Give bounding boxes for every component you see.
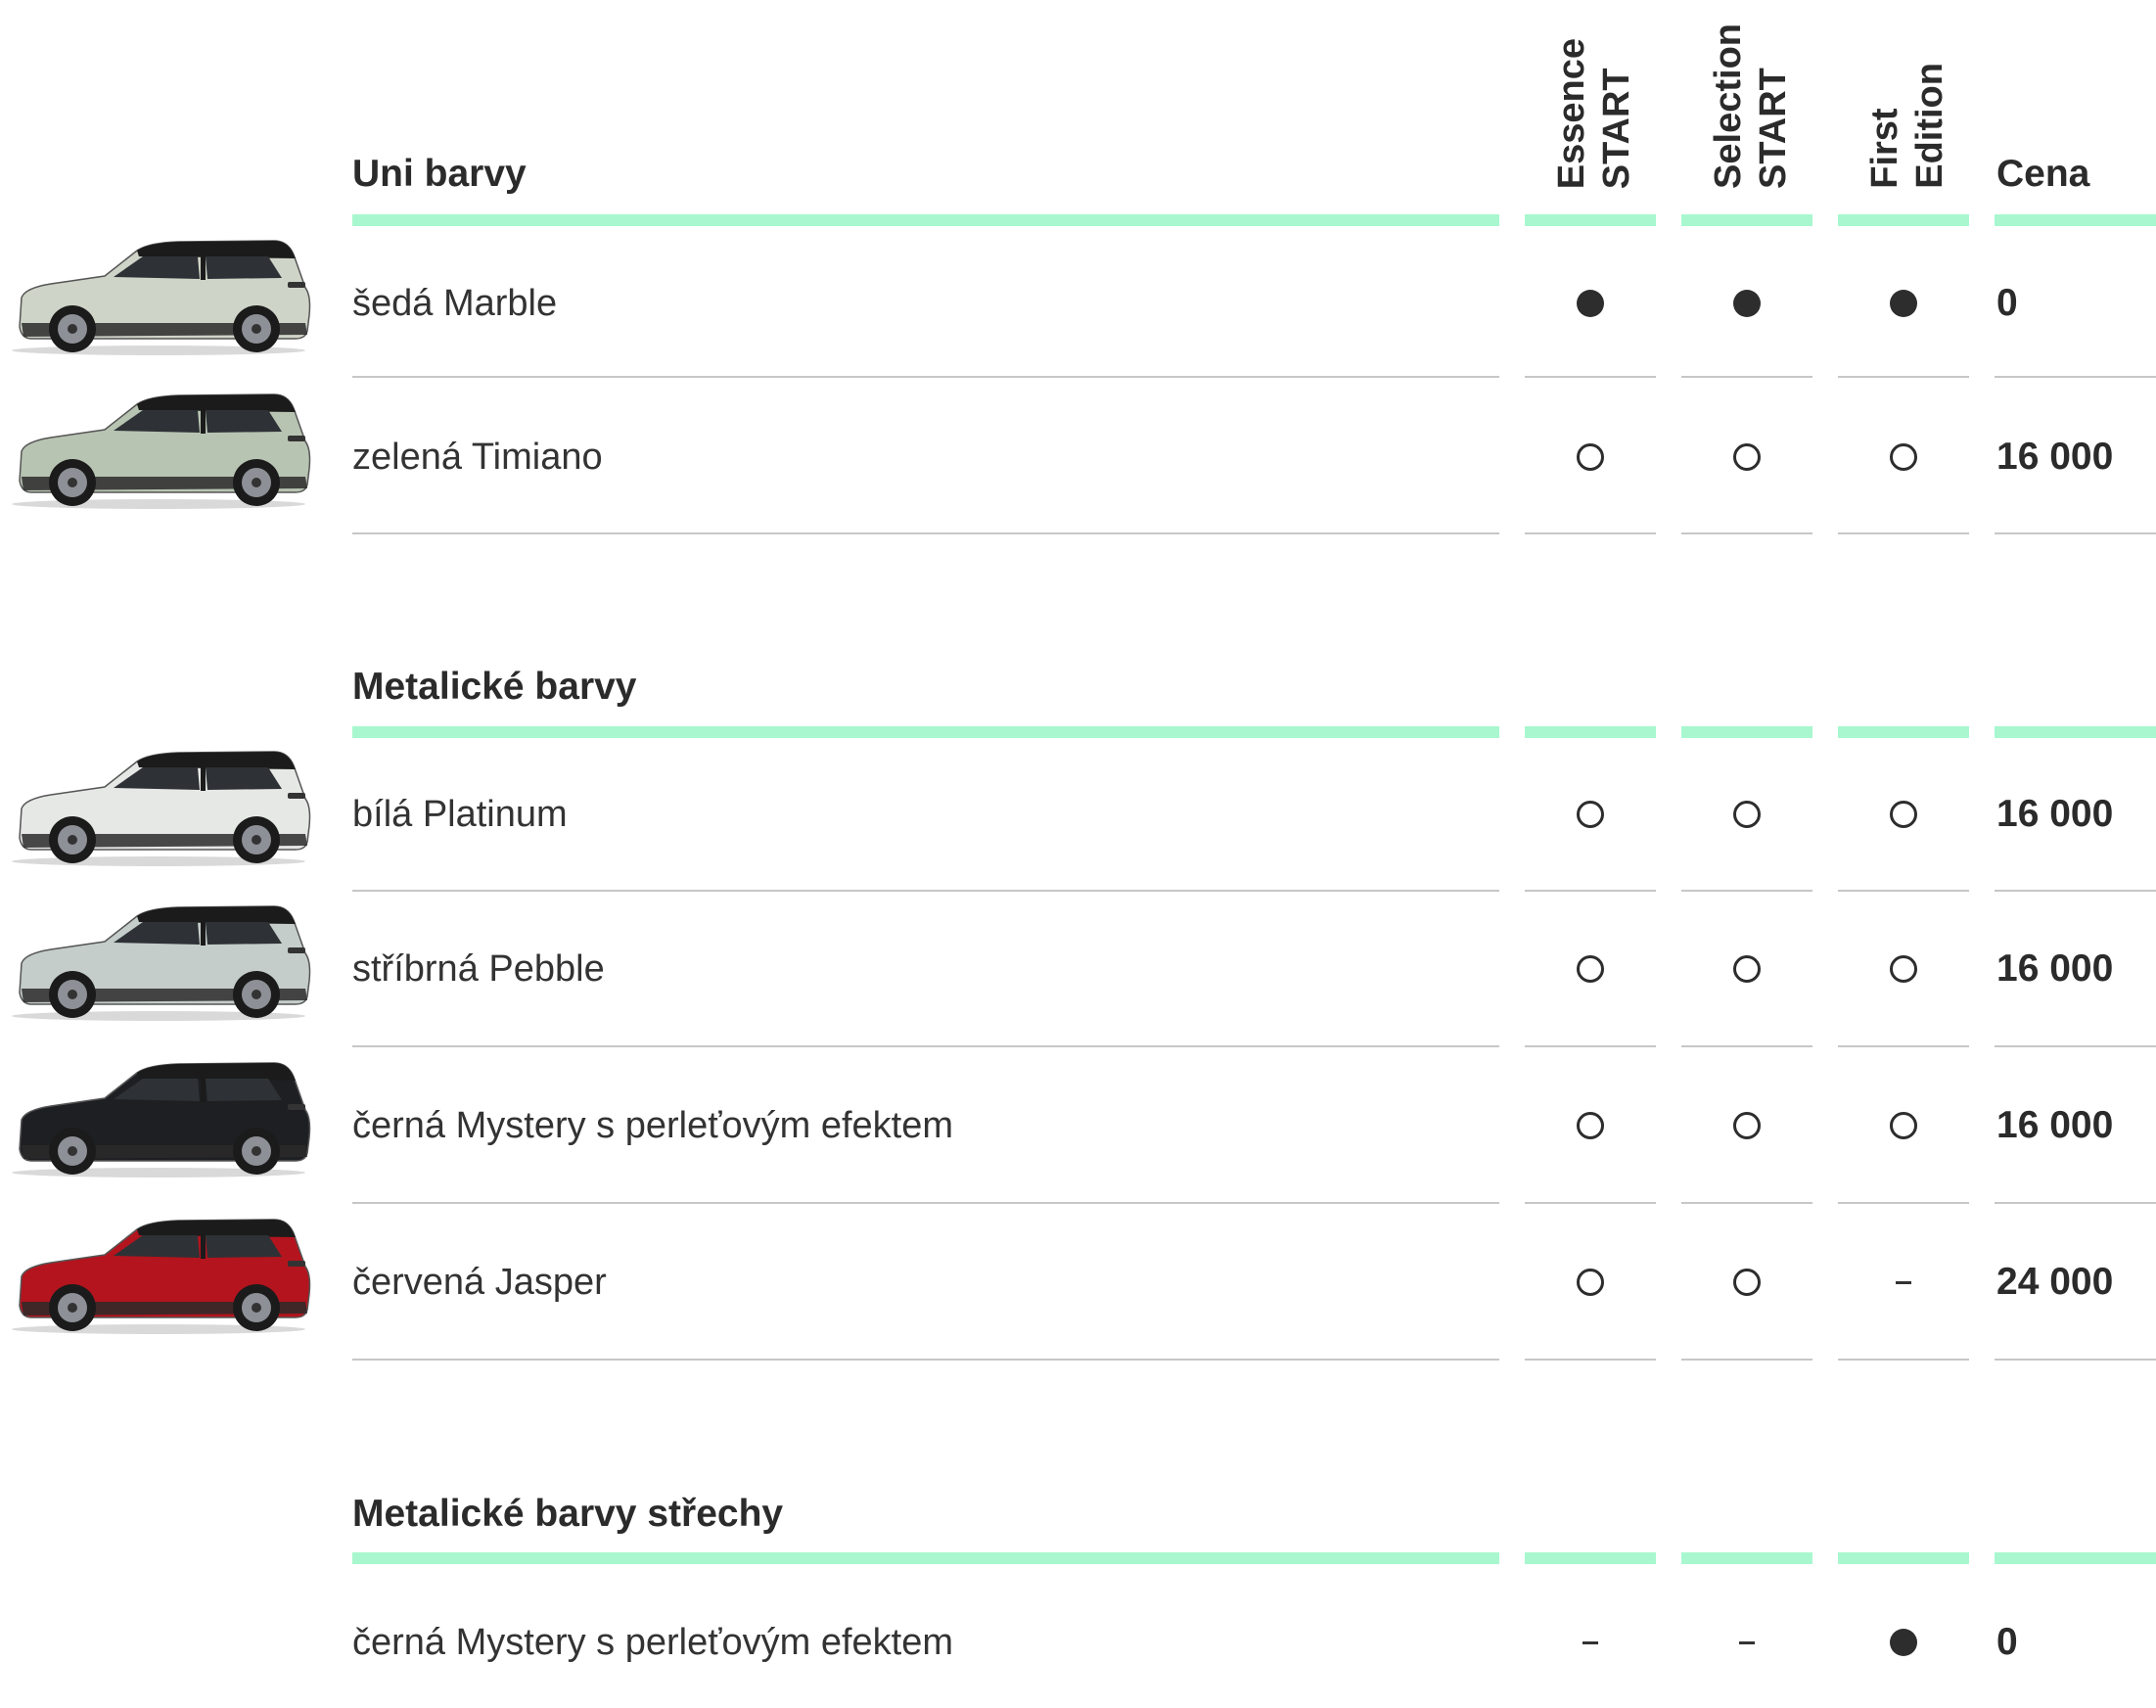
color-name: červená Jasper (352, 1262, 607, 1303)
column-header-selection-start: Selection START (1706, 23, 1796, 189)
column-header-first-edition: First Edition (1862, 63, 1952, 189)
color-name: stříbrná Pebble (352, 948, 605, 990)
row-divider (1995, 1045, 2156, 1047)
price-value: 16 000 (1996, 947, 2114, 990)
row-divider (1995, 890, 2156, 892)
color-name: šedá Marble (352, 283, 558, 324)
section-bar (1838, 1552, 1969, 1564)
standard-dot-icon (1890, 1629, 1917, 1656)
row-divider (352, 1045, 1499, 1047)
row-divider (1681, 1359, 1812, 1361)
car-thumbnail (12, 1055, 315, 1182)
optional-circle-icon (1733, 955, 1761, 983)
optional-circle-icon (1577, 801, 1604, 828)
section-bar (1681, 214, 1812, 226)
color-name: zelená Timiano (352, 437, 603, 478)
car-thumbnail (12, 1212, 315, 1339)
section-bar (1838, 726, 1969, 738)
standard-dot-icon (1733, 290, 1761, 317)
section-bar (1525, 726, 1656, 738)
row-divider (1838, 376, 1969, 378)
price-value: 0 (1996, 282, 2018, 324)
optional-circle-icon (1733, 801, 1761, 828)
column-header-price: Cena (1996, 153, 2090, 195)
car-thumbnail (12, 387, 315, 514)
section-title-uni-barvy: Uni barvy (352, 153, 527, 195)
row-divider (1838, 532, 1969, 534)
car-thumbnail (12, 744, 315, 871)
column-header-line: Essence (1551, 37, 1592, 189)
section-bar (1995, 1552, 2156, 1564)
not-available-dash-icon (1739, 1641, 1755, 1644)
row-divider (1525, 1202, 1656, 1204)
color-name: černá Mystery s perleťovým efektem (352, 1105, 953, 1146)
section-bar (1525, 214, 1656, 226)
section-bar (1995, 214, 2156, 226)
row-divider (1681, 532, 1812, 534)
section-bar (1995, 726, 2156, 738)
section-bar (1838, 214, 1969, 226)
row-divider (1838, 1045, 1969, 1047)
row-divider (352, 1359, 1499, 1361)
column-header-essence-start: Essence START (1549, 38, 1639, 189)
column-header-line: START (1596, 68, 1637, 189)
row-divider (352, 376, 1499, 378)
color-name: černá Mystery s perleťovým efektem (352, 1622, 953, 1663)
optional-circle-icon (1890, 801, 1917, 828)
optional-circle-icon (1890, 443, 1917, 471)
row-divider (1838, 1202, 1969, 1204)
row-divider (1525, 376, 1656, 378)
row-divider (352, 1202, 1499, 1204)
price-value: 16 000 (1996, 1104, 2114, 1146)
optional-circle-icon (1733, 443, 1761, 471)
price-value: 16 000 (1996, 436, 2114, 478)
row-divider (1525, 1045, 1656, 1047)
section-bar (1681, 1552, 1812, 1564)
section-title-metalicke-barvy: Metalické barvy (352, 666, 637, 708)
row-divider (1995, 1202, 2156, 1204)
optional-circle-icon (1577, 443, 1604, 471)
row-divider (1681, 890, 1812, 892)
row-divider (1995, 1359, 2156, 1361)
price-value: 16 000 (1996, 793, 2114, 835)
standard-dot-icon (1890, 290, 1917, 317)
row-divider (1995, 376, 2156, 378)
row-divider (1681, 1045, 1812, 1047)
optional-circle-icon (1890, 1112, 1917, 1139)
row-divider (1525, 890, 1656, 892)
row-divider (1525, 532, 1656, 534)
column-header-line: First (1864, 108, 1905, 189)
standard-dot-icon (1577, 290, 1604, 317)
car-thumbnail (12, 899, 315, 1026)
price-value: 0 (1996, 1621, 2018, 1663)
optional-circle-icon (1733, 1269, 1761, 1296)
row-divider (1525, 1359, 1656, 1361)
not-available-dash-icon (1896, 1281, 1911, 1284)
optional-circle-icon (1577, 955, 1604, 983)
row-divider (1681, 1202, 1812, 1204)
car-thumbnail (12, 233, 315, 360)
column-header-line: Edition (1909, 63, 1950, 189)
optional-circle-icon (1733, 1112, 1761, 1139)
section-bar (1525, 1552, 1656, 1564)
section-bar (352, 214, 1499, 226)
optional-circle-icon (1577, 1112, 1604, 1139)
section-bar (352, 1552, 1499, 1564)
row-divider (1681, 376, 1812, 378)
column-header-line: START (1753, 68, 1794, 189)
optional-circle-icon (1577, 1269, 1604, 1296)
column-header-line: Selection (1708, 23, 1749, 189)
row-divider (1838, 1359, 1969, 1361)
optional-circle-icon (1890, 955, 1917, 983)
not-available-dash-icon (1583, 1641, 1598, 1644)
section-bar (352, 726, 1499, 738)
row-divider (352, 532, 1499, 534)
row-divider (1838, 890, 1969, 892)
color-name: bílá Platinum (352, 794, 568, 835)
section-bar (1681, 726, 1812, 738)
section-title-metalicke-barvy-strechy: Metalické barvy střechy (352, 1493, 784, 1535)
price-value: 24 000 (1996, 1261, 2114, 1303)
row-divider (1995, 532, 2156, 534)
row-divider (352, 890, 1499, 892)
